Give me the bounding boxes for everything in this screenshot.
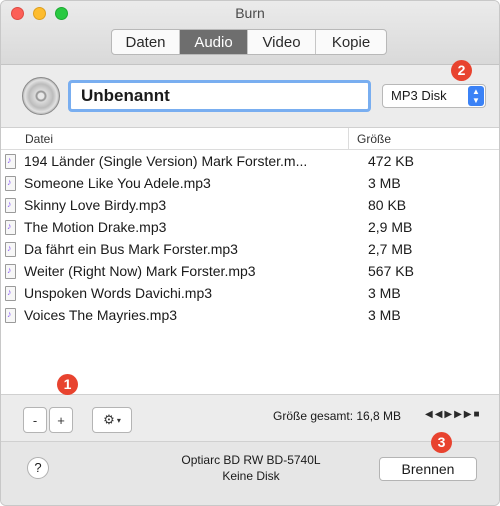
- tab-audio[interactable]: Audio: [180, 30, 248, 54]
- column-header-datei[interactable]: Datei: [1, 128, 349, 149]
- tab-kopie[interactable]: Kopie: [316, 30, 386, 54]
- drive-name: Optiarc BD RW BD-5740L: [181, 453, 321, 467]
- table-header: Datei Größe: [1, 128, 499, 150]
- file-name-cell: Voices The Mayries.mp3: [24, 307, 178, 323]
- annotation-badge-2: 2: [451, 60, 472, 81]
- stop-icon[interactable]: ■: [473, 409, 481, 420]
- file-name-cell: Someone Like You Adele.mp3: [24, 175, 211, 191]
- burn-window: Burn Daten Audio Video Kopie MP3 Disk ▲▼…: [0, 0, 500, 506]
- file-name-cell: Skinny Love Birdy.mp3: [24, 197, 167, 213]
- title-bar: Burn Daten Audio Video Kopie: [1, 1, 499, 65]
- remove-file-button[interactable]: -: [23, 407, 47, 433]
- disc-name-input[interactable]: [68, 80, 371, 112]
- table-row[interactable]: Someone Like You Adele.mp3 3 MB: [1, 172, 499, 194]
- disc-format-select[interactable]: MP3 Disk ▲ ▼: [382, 84, 486, 108]
- mode-tabs: Daten Audio Video Kopie: [111, 29, 387, 55]
- table-row[interactable]: Da fährt ein Bus Mark Forster.mp3 2,7 MB: [1, 238, 499, 260]
- annotation-badge-3: 3: [431, 432, 452, 453]
- audio-file-icon: [5, 219, 16, 235]
- window-title: Burn: [235, 5, 265, 21]
- file-size-cell: 567 KB: [368, 263, 414, 279]
- disc-icon: [22, 77, 60, 115]
- help-button[interactable]: ?: [27, 457, 49, 479]
- audio-file-icon: [5, 175, 16, 191]
- playback-controls: ◀◀▶▶▶■: [425, 409, 482, 420]
- file-size-cell: 3 MB: [368, 285, 401, 301]
- gear-icon: ⚙: [103, 412, 115, 427]
- column-header-groesse[interactable]: Größe: [349, 132, 391, 146]
- play-icon[interactable]: ▶: [444, 409, 454, 420]
- table-body: 194 Länder (Single Version) Mark Forster…: [1, 150, 499, 326]
- file-size-cell: 3 MB: [368, 175, 401, 191]
- table-row[interactable]: Unspoken Words Davichi.mp3 3 MB: [1, 282, 499, 304]
- table-row[interactable]: Skinny Love Birdy.mp3 80 KB: [1, 194, 499, 216]
- file-table: Datei Größe 194 Länder (Single Version) …: [1, 127, 499, 395]
- file-name-cell: The Motion Drake.mp3: [24, 219, 167, 235]
- add-file-button[interactable]: +: [49, 407, 73, 433]
- burn-button[interactable]: Brennen: [379, 457, 477, 481]
- audio-file-icon: [5, 197, 16, 213]
- table-row[interactable]: 194 Länder (Single Version) Mark Forster…: [1, 150, 499, 172]
- table-row[interactable]: The Motion Drake.mp3 2,9 MB: [1, 216, 499, 238]
- tab-daten[interactable]: Daten: [112, 30, 180, 54]
- disc-format-value: MP3 Disk: [391, 88, 447, 103]
- file-size-cell: 2,7 MB: [368, 241, 413, 257]
- audio-file-icon: [5, 241, 16, 257]
- file-name-cell: 194 Länder (Single Version) Mark Forster…: [24, 153, 308, 169]
- fast-forward-icon[interactable]: ▶▶: [454, 409, 473, 420]
- file-size-cell: 2,9 MB: [368, 219, 413, 235]
- total-size-label: Größe gesamt: 16,8 MB: [273, 409, 402, 423]
- file-name-cell: Unspoken Words Davichi.mp3: [24, 285, 213, 301]
- file-size-cell: 80 KB: [368, 197, 407, 213]
- file-name-cell: Da fährt ein Bus Mark Forster.mp3: [24, 241, 238, 257]
- audio-file-icon: [5, 263, 16, 279]
- audio-file-icon: [5, 153, 16, 169]
- table-row[interactable]: Voices The Mayries.mp3 3 MB: [1, 304, 499, 326]
- tab-video[interactable]: Video: [248, 30, 316, 54]
- drive-status: Keine Disk: [222, 469, 280, 483]
- actions-menu-button[interactable]: ⚙ ▾: [92, 407, 132, 433]
- file-name-cell: Weiter (Right Now) Mark Forster.mp3: [24, 263, 256, 279]
- chevron-updown-icon: ▲ ▼: [468, 86, 484, 106]
- rewind-icon[interactable]: ◀◀: [425, 409, 444, 420]
- annotation-badge-1: 1: [57, 374, 78, 395]
- table-row[interactable]: Weiter (Right Now) Mark Forster.mp3 567 K…: [1, 260, 499, 282]
- file-size-cell: 472 KB: [368, 153, 414, 169]
- file-size-cell: 3 MB: [368, 307, 401, 323]
- chevron-down-icon: ▾: [116, 415, 121, 425]
- audio-file-icon: [5, 285, 16, 301]
- audio-file-icon: [5, 307, 16, 323]
